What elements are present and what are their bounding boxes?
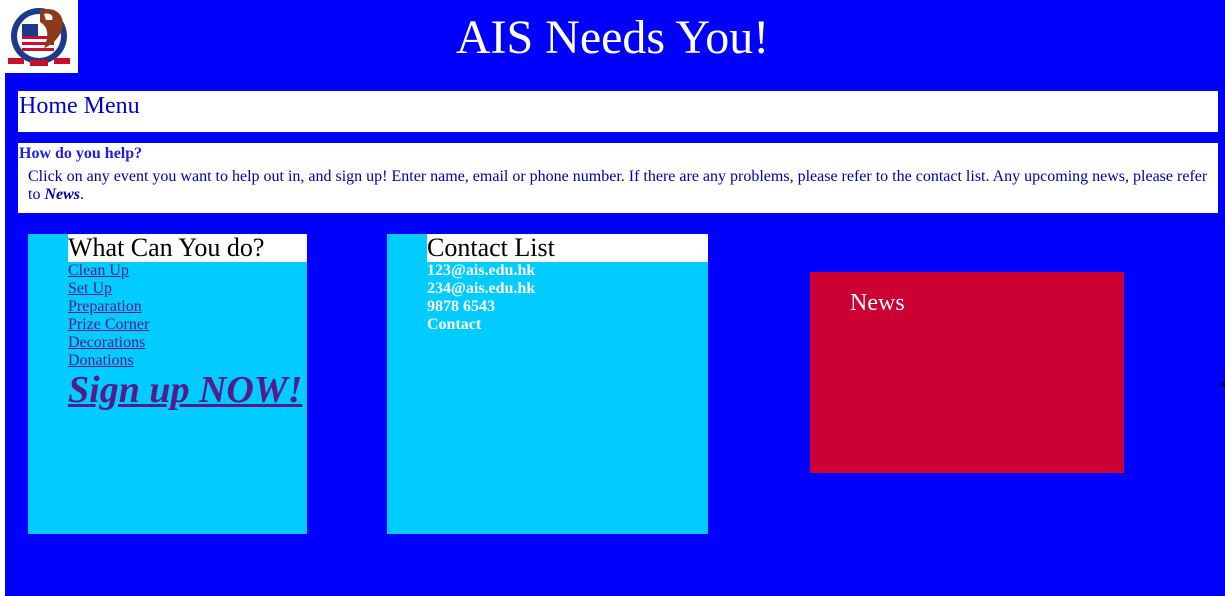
contact-email-2: 234@ais.edu.hk — [427, 280, 536, 297]
help-text-end: . — [80, 186, 85, 203]
list-item: Prize Corner — [68, 316, 149, 334]
clean-up-link[interactable]: Clean Up — [68, 262, 129, 279]
home-menu-bar[interactable]: Home Menu — [18, 91, 1218, 132]
news-heading: News — [850, 290, 905, 316]
scroll-arrow-icon[interactable]: ◀ — [1219, 378, 1225, 392]
list-item: Preparation — [68, 298, 149, 316]
contact-email-1: 123@ais.edu.hk — [427, 262, 536, 279]
decorations-link[interactable]: Decorations — [68, 334, 145, 351]
help-text-body: Click on any event you want to help out … — [28, 168, 1208, 203]
news-panel: News — [810, 272, 1124, 473]
set-up-link[interactable]: Set Up — [68, 280, 112, 297]
donations-link[interactable]: Donations — [68, 352, 134, 369]
contact-phone: 9878 6543 — [427, 298, 495, 315]
help-text: Click on any event you want to help out … — [28, 168, 1216, 204]
task-link-list: Clean Up Set Up Preparation Prize Corner… — [68, 262, 149, 370]
what-can-you-do-heading: What Can You do? — [68, 234, 307, 262]
preparation-link[interactable]: Preparation — [68, 298, 142, 315]
list-item: Decorations — [68, 334, 149, 352]
contact-items: 123@ais.edu.hk 234@ais.edu.hk 9878 6543 … — [427, 262, 535, 334]
list-item: Set Up — [68, 280, 149, 298]
help-news-word: News — [44, 186, 81, 203]
help-section: How do you help? Click on any event you … — [18, 143, 1218, 213]
contact-list-heading: Contact List — [427, 234, 708, 262]
sign-up-now-link[interactable]: Sign up NOW! — [68, 368, 302, 412]
contact-label: Contact — [427, 316, 482, 333]
home-menu-label[interactable]: Home Menu — [19, 93, 140, 119]
prize-corner-link[interactable]: Prize Corner — [68, 316, 149, 333]
help-heading: How do you help? — [19, 145, 143, 162]
list-item: Clean Up — [68, 262, 149, 280]
site-title: AIS Needs You! — [455, 11, 770, 64]
contact-list-panel: Contact List 123@ais.edu.hk 234@ais.edu.… — [387, 234, 708, 534]
what-can-you-do-panel: What Can You do? Clean Up Set Up Prepara… — [28, 234, 307, 534]
